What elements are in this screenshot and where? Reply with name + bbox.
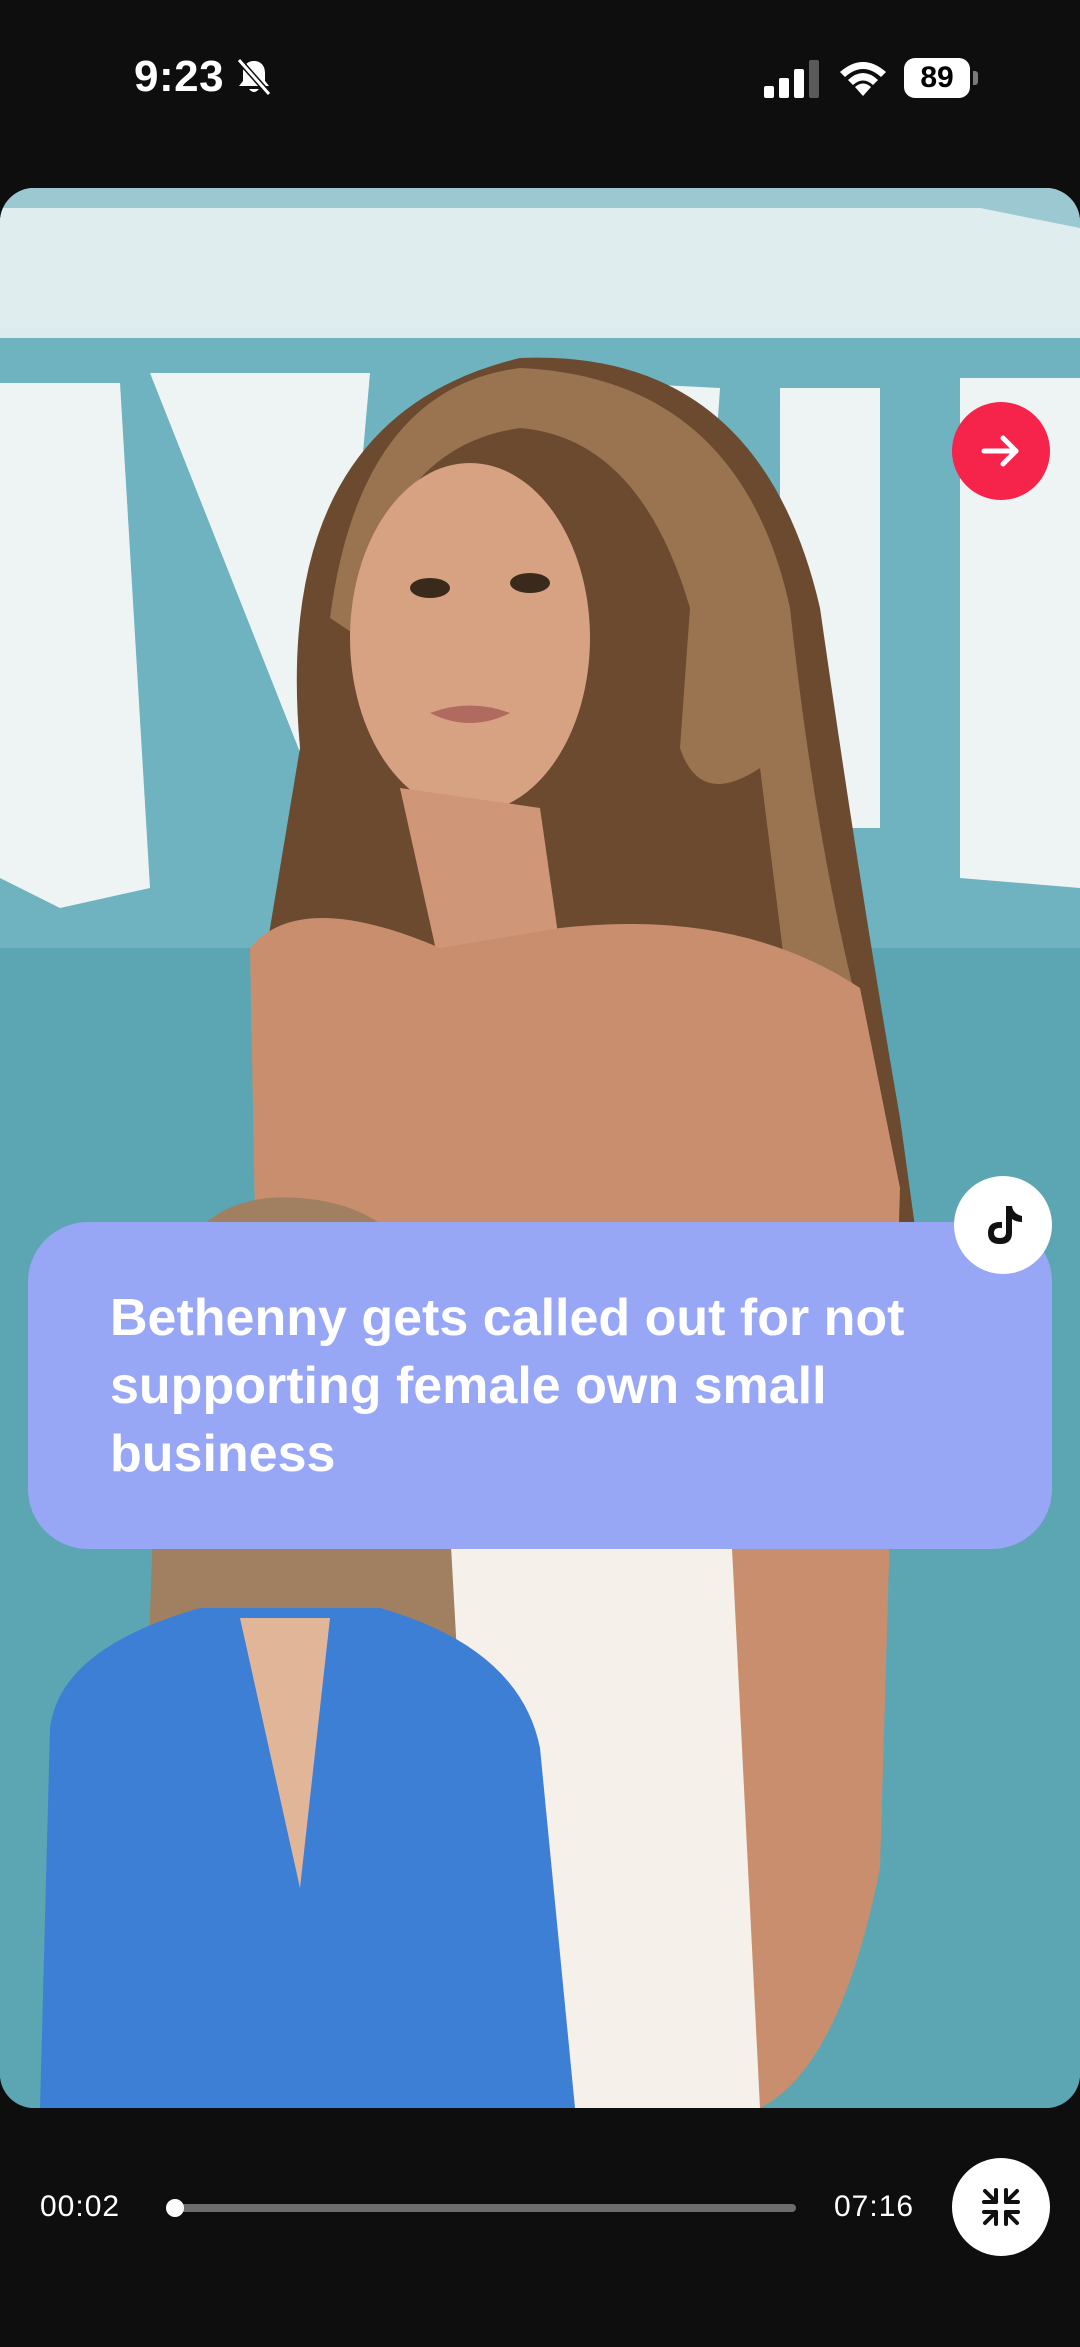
progress-thumb[interactable]: [166, 2199, 185, 2217]
status-bar: 9:23 89: [0, 0, 1080, 160]
arrow-right-icon: [981, 435, 1019, 467]
current-time: 00:02: [40, 2190, 121, 2223]
tiktok-badge[interactable]: [954, 1176, 1052, 1274]
battery-icon: 89: [904, 58, 980, 98]
battery-cap: [973, 71, 978, 85]
status-time: 9:23: [134, 52, 225, 101]
battery-level: 89: [904, 58, 970, 98]
video-caption: Bethenny gets called out for not support…: [110, 1289, 905, 1483]
tiktok-icon: [988, 1206, 1022, 1244]
caption-card[interactable]: Bethenny gets called out for not support…: [28, 1222, 1052, 1549]
photo-creator-inset: [40, 1197, 575, 2108]
bell-slash-icon: [236, 58, 272, 96]
media-card[interactable]: Bethenny gets called out for not support…: [0, 188, 1080, 2108]
next-button[interactable]: [952, 402, 1050, 500]
total-time: 07:16: [834, 2190, 915, 2223]
wifi-icon: [840, 62, 886, 96]
collapse-icon: [982, 2188, 1020, 2226]
progress-bar[interactable]: [166, 2199, 796, 2217]
cellular-signal-icon: [764, 60, 819, 98]
minimize-button[interactable]: [952, 2158, 1050, 2256]
player-controls: 00:02 07:16: [0, 2140, 1080, 2280]
